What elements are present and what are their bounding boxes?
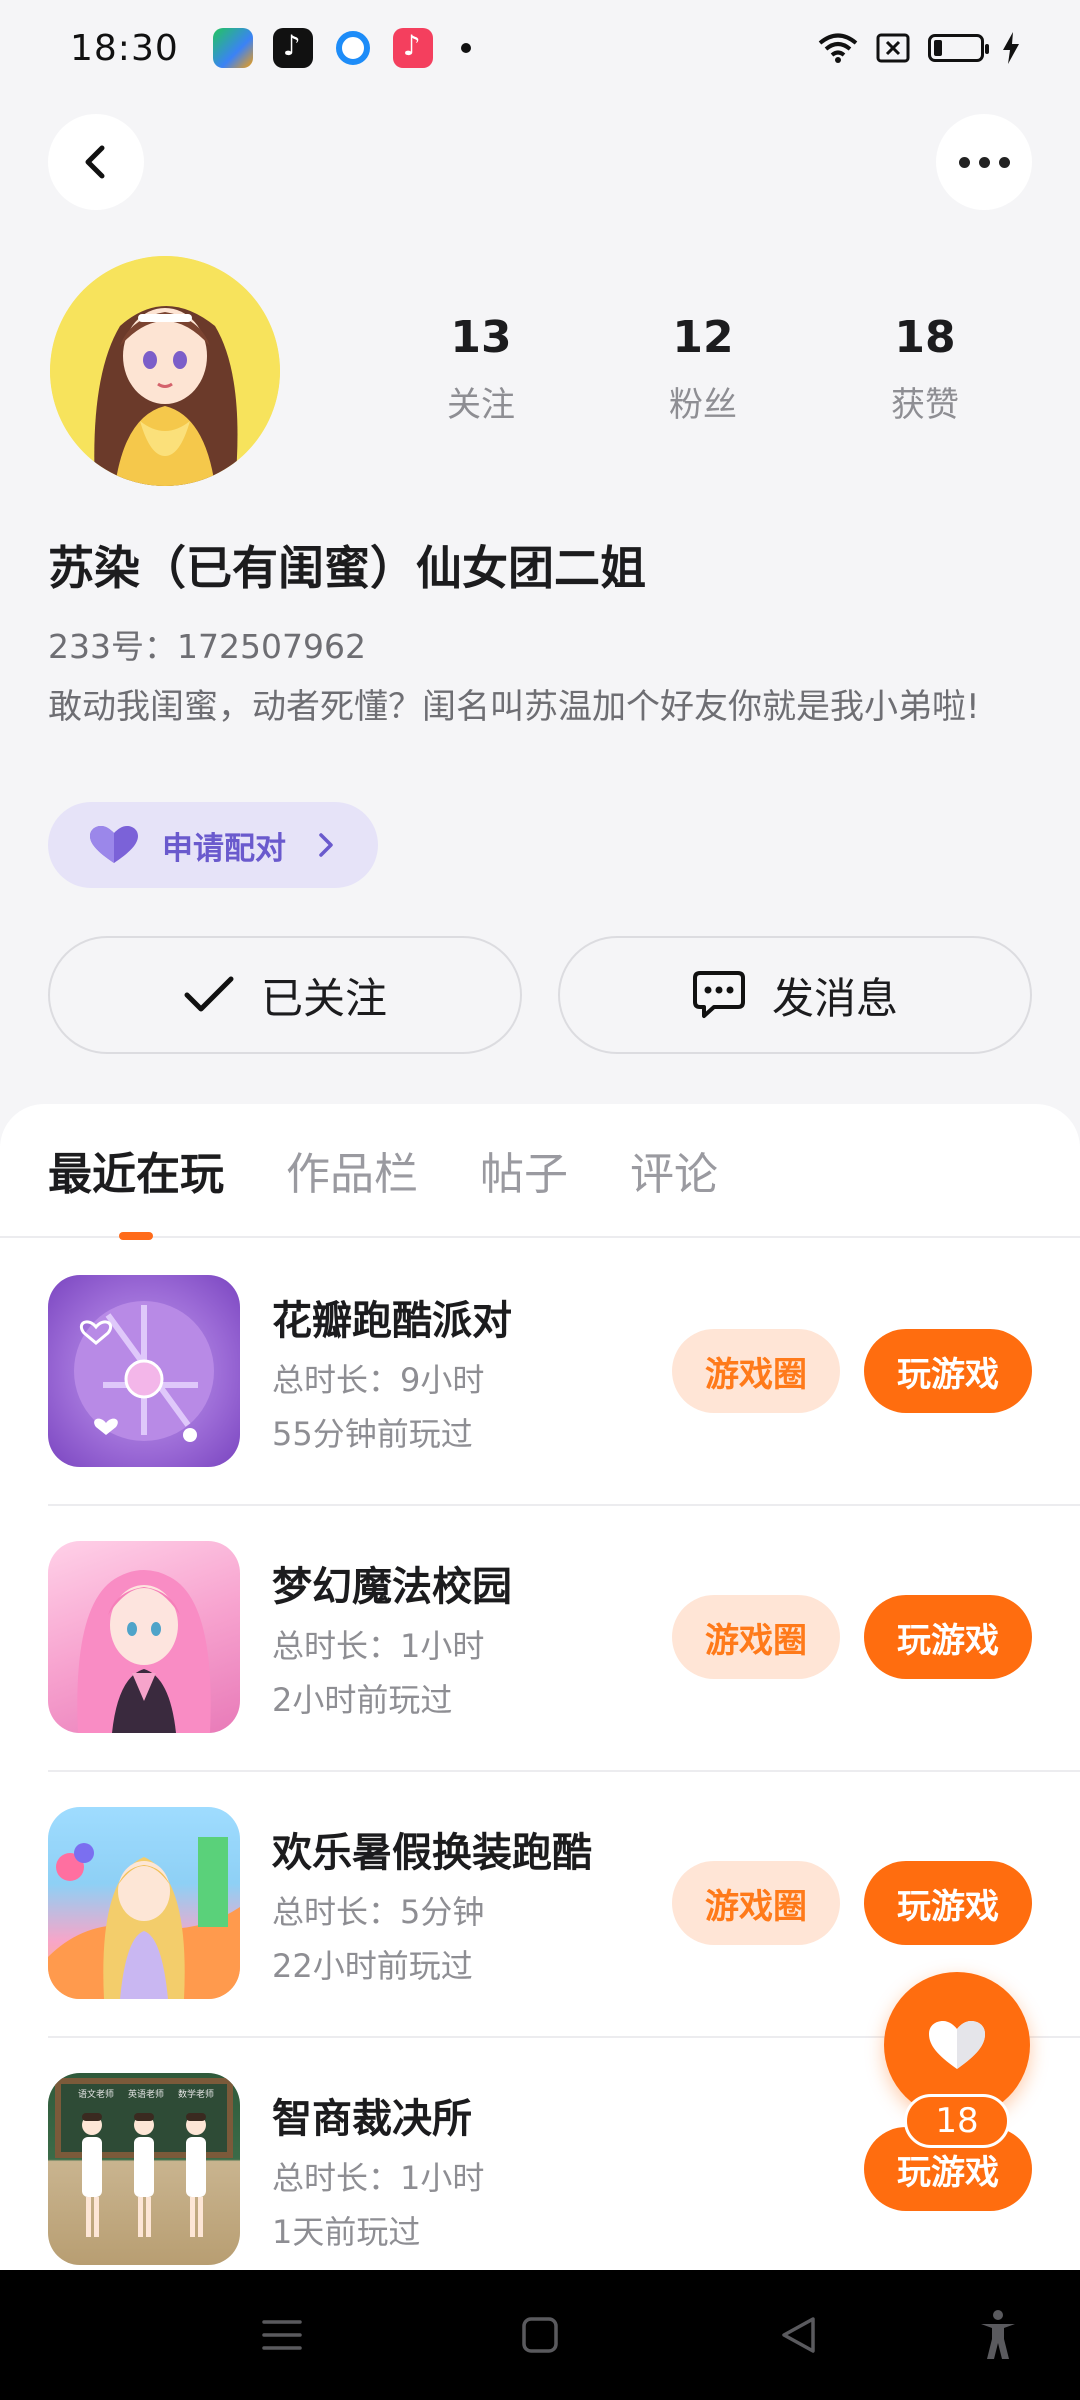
game-last-played: 55分钟前玩过 <box>272 1415 473 1453</box>
game-duration: 总时长：9小时 <box>272 1361 485 1399</box>
game-circle-button[interactable]: 游戏圈 <box>672 1861 840 1945</box>
profile-actions: 已关注 发消息 <box>48 936 1032 1054</box>
play-game-button[interactable]: 玩游戏 <box>864 1329 1032 1413</box>
wifi-icon <box>818 33 858 63</box>
svg-text:语文老师: 语文老师 <box>78 2088 114 2100</box>
game-thumbnail[interactable] <box>48 1541 240 1733</box>
chat-bubble-icon <box>692 971 745 1018</box>
tab-comments[interactable]: 评论 <box>630 1138 718 1202</box>
home-square-icon <box>522 2317 558 2353</box>
music-app-icon <box>392 28 433 68</box>
tiktok-app-icon <box>272 28 313 68</box>
like-count-badge: 18 <box>904 2094 1010 2148</box>
check-icon <box>184 976 234 1012</box>
send-message-button[interactable]: 发消息 <box>558 936 1032 1054</box>
back-button[interactable] <box>48 114 144 210</box>
following-button-label: 已关注 <box>260 973 387 1023</box>
play-game-button[interactable]: 玩游戏 <box>864 1595 1032 1679</box>
profile-uid: 233号：172507962 <box>48 627 366 666</box>
game-last-played: 2小时前玩过 <box>272 1681 453 1719</box>
battery-icon <box>928 34 989 62</box>
heart-icon <box>90 826 138 863</box>
stat-following[interactable]: 13 关注 <box>370 312 592 426</box>
game-info: 智商裁决所 总时长：1小时 1天前玩过 <box>272 2086 672 2252</box>
tab-recently-played[interactable]: 最近在玩 <box>48 1138 224 1202</box>
status-time: 18:30 <box>70 27 179 69</box>
notification-icons <box>212 28 471 68</box>
game-last-played: 1天前玩过 <box>272 2213 421 2251</box>
pair-request-label: 申请配对 <box>162 830 286 867</box>
avatar-illustration <box>50 256 280 486</box>
game-info: 欢乐暑假换装跑酷 总时长：5分钟 22小时前玩过 <box>272 1820 672 1986</box>
back-triangle-icon <box>782 2317 815 2353</box>
back-nav-button[interactable] <box>758 2270 838 2400</box>
profile-tabs: 最近在玩 作品栏 帖子 评论 <box>0 1104 1080 1238</box>
game-title: 梦幻魔法校园 <box>272 1564 512 1610</box>
game-info: 梦幻魔法校园 总时长：1小时 2小时前玩过 <box>272 1554 672 1720</box>
likes-label: 获赞 <box>891 385 959 425</box>
tab-posts[interactable]: 帖子 <box>480 1138 568 1202</box>
following-button[interactable]: 已关注 <box>48 936 522 1054</box>
followers-label: 粉丝 <box>669 385 737 425</box>
svg-text:数学老师: 数学老师 <box>178 2088 214 2100</box>
profile-bio: 敢动我闺蜜，动者死懂？闺名叫苏温加个好友你就是我小弟啦! <box>48 687 980 727</box>
likes-count: 18 <box>894 312 956 363</box>
circle-app-icon <box>335 31 370 65</box>
accessibility-icon <box>981 2310 1015 2359</box>
game-duration: 总时长：5分钟 <box>272 1893 485 1931</box>
charging-icon <box>1003 32 1019 64</box>
chevron-right-icon <box>319 833 333 857</box>
game-title: 花瓣跑酷派对 <box>272 1298 512 1344</box>
system-status <box>818 32 1020 64</box>
summer-runner-thumbnail-art <box>48 1837 240 1999</box>
menu-icon <box>262 2320 302 2350</box>
stat-likes[interactable]: 18 获赞 <box>814 312 1036 426</box>
following-label: 关注 <box>447 385 515 425</box>
profile-nickname: 苏染（已有闺蜜）仙女团二姐 <box>48 541 646 595</box>
menu-nav-button[interactable] <box>242 2270 322 2400</box>
status-bar: 18:30 <box>0 0 1080 96</box>
more-button[interactable] <box>936 114 1032 210</box>
game-title: 欢乐暑假换装跑酷 <box>272 1830 592 1876</box>
anime-girl-thumbnail-art <box>77 1570 211 1733</box>
system-nav-bar <box>0 2270 1080 2400</box>
game-row[interactable]: 花瓣跑酷派对 总时长：9小时 55分钟前玩过 游戏圈 玩游戏 <box>0 1238 1080 1504</box>
video-app-icon <box>212 28 253 68</box>
heart-icon <box>929 2021 985 2069</box>
sim-disabled-icon <box>876 33 910 63</box>
game-duration: 总时长：1小时 <box>272 1627 485 1665</box>
game-title: 智商裁决所 <box>272 2096 472 2142</box>
game-thumbnail[interactable] <box>48 1807 240 1999</box>
pair-request-button[interactable]: 申请配对 <box>48 802 378 888</box>
following-count: 13 <box>450 312 512 363</box>
play-game-button[interactable]: 玩游戏 <box>864 1861 1032 1945</box>
avatar[interactable] <box>50 256 280 486</box>
game-thumbnail[interactable]: 语文老师 英语老师 数学老师 <box>48 2073 240 2265</box>
classroom-thumbnail-art: 语文老师 英语老师 数学老师 <box>55 2078 233 2237</box>
stat-followers[interactable]: 12 粉丝 <box>592 312 814 426</box>
more-dots-icon <box>958 156 1010 168</box>
flower-thumbnail-art <box>74 1301 214 1442</box>
profile-stats: 13 关注 12 粉丝 18 获赞 <box>370 312 1060 426</box>
game-info: 花瓣跑酷派对 总时长：9小时 55分钟前玩过 <box>272 1288 672 1454</box>
game-row[interactable]: 梦幻魔法校园 总时长：1小时 2小时前玩过 游戏圈 玩游戏 <box>0 1504 1080 1770</box>
followers-count: 12 <box>672 312 734 363</box>
tab-works[interactable]: 作品栏 <box>286 1138 418 1202</box>
game-circle-button[interactable]: 游戏圈 <box>672 1329 840 1413</box>
game-last-played: 22小时前玩过 <box>272 1947 473 1985</box>
game-duration: 总时长：1小时 <box>272 2159 485 2197</box>
svg-text:英语老师: 英语老师 <box>128 2088 164 2100</box>
send-message-label: 发消息 <box>771 973 898 1023</box>
game-thumbnail[interactable] <box>48 1275 240 1467</box>
more-notifications-icon <box>460 43 471 53</box>
chevron-left-icon <box>85 145 105 179</box>
game-circle-button[interactable]: 游戏圈 <box>672 1595 840 1679</box>
home-nav-button[interactable] <box>500 2270 580 2400</box>
accessibility-nav-button[interactable] <box>958 2270 1038 2400</box>
